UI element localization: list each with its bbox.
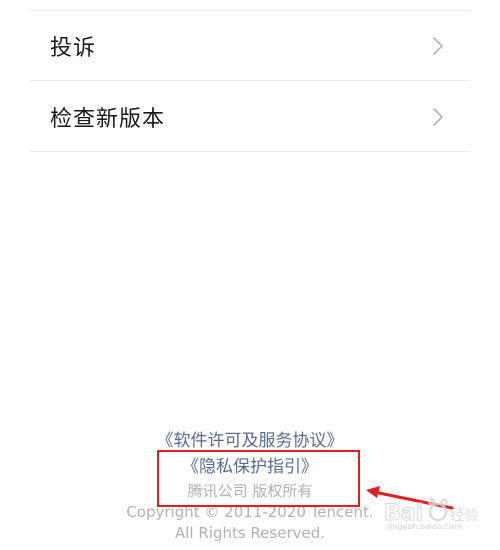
menu-item-label: 投诉	[50, 35, 97, 61]
menu-item-check-update[interactable]: 检查新版本	[30, 82, 470, 152]
menu-item-complaint[interactable]: 投诉	[30, 11, 470, 81]
menu-item-label: 检查新版本	[50, 106, 166, 132]
chevron-right-icon	[428, 36, 448, 56]
about-page: 投诉 检查新版本 《软件许可及服务协议》 《隐私保护指引》 腾讯公司 版权所有 …	[0, 0, 500, 550]
annotation-highlight-box	[157, 450, 360, 507]
watermark-domain-text: jingyan.baidu.com	[388, 522, 462, 531]
chevron-right-icon	[428, 107, 448, 127]
